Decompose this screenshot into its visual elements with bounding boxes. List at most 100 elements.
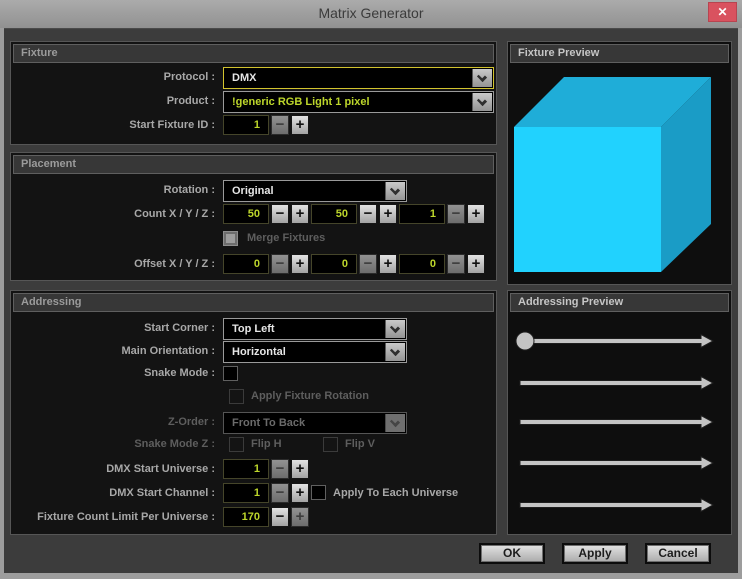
snake-mode-z-label: Snake Mode Z : [134,438,215,450]
count-z-minus-button: − [447,204,465,224]
product-dropdown-button[interactable] [472,93,492,111]
fixture-preview-cube [514,77,711,272]
count-xyz-label: Count X / Y / Z : [134,208,215,220]
rotation-label: Rotation : [163,184,215,196]
apply-button[interactable]: Apply [562,543,628,564]
window-title: Matrix Generator [318,5,424,21]
chevron-down-icon [389,345,401,357]
fixture-count-limit-plus-button: + [291,507,309,527]
title-bar: Matrix Generator ✕ [0,0,742,28]
snake-mode-checkbox[interactable] [223,366,238,381]
product-dropdown[interactable]: !generic RGB Light 1 pixel [223,91,494,113]
plus-icon: + [295,484,305,501]
protocol-dropdown-button[interactable] [472,69,492,87]
merge-fixtures-checkbox [223,231,238,246]
protocol-dropdown[interactable]: DMX [223,67,494,89]
chevron-down-icon [389,184,401,196]
fixture-count-limit-minus-button[interactable]: − [271,507,289,527]
count-y-field[interactable]: 50 [311,204,357,224]
offset-y-minus-button: − [359,254,377,274]
address-arrow [519,455,715,471]
dmx-start-universe-minus-button: − [271,459,289,479]
dmx-start-channel-label: DMX Start Channel : [109,487,215,499]
offset-x-field[interactable]: 0 [223,254,269,274]
plus-icon: + [471,255,481,272]
plus-icon: + [295,460,305,477]
flip-v-checkbox [323,437,338,452]
count-z-plus-button[interactable]: + [467,204,485,224]
minus-icon: − [275,460,285,477]
matrix-generator-dialog: Matrix Generator ✕ Fixture Protocol : DM… [0,0,742,579]
address-arrow [519,333,715,349]
fixture-count-limit-label: Fixture Count Limit Per Universe : [37,511,215,523]
count-x-minus-button[interactable]: − [271,204,289,224]
flip-h-label: Flip H [251,438,282,450]
start-fixture-id-field[interactable]: 1 [223,115,269,135]
offset-x-plus-button[interactable]: + [291,254,309,274]
offset-z-field[interactable]: 0 [399,254,445,274]
cube-front-face [514,127,661,272]
dmx-start-universe-label: DMX Start Universe : [106,463,215,475]
plus-icon: + [295,255,305,272]
snake-mode-label: Snake Mode : [144,367,215,379]
main-orientation-label: Main Orientation : [121,345,216,357]
start-fixture-id-plus-button[interactable]: + [291,115,309,135]
merge-fixtures-label: Merge Fixtures [247,232,326,244]
count-y-minus-button[interactable]: − [359,204,377,224]
minus-icon: − [275,484,285,501]
fixture-preview-panel: Fixture Preview [507,41,732,285]
start-corner-dropdown-button[interactable] [385,320,405,338]
fixture-count-limit-field[interactable]: 170 [223,507,269,527]
dmx-start-universe-field[interactable]: 1 [223,459,269,479]
z-order-value: Front To Back [232,417,306,429]
addressing-group-header: Addressing [13,293,494,312]
address-start-knob [515,331,535,351]
rotation-value: Original [232,185,274,197]
minus-icon: − [363,205,373,222]
start-corner-value: Top Left [232,323,275,335]
start-fixture-id-minus-button: − [271,115,289,135]
addressing-preview-panel: Addressing Preview [507,290,732,535]
address-arrow [519,497,715,513]
chevron-down-icon [476,71,488,83]
offset-y-field[interactable]: 0 [311,254,357,274]
z-order-label: Z-Order : [167,416,215,428]
plus-icon: + [383,205,393,222]
rotation-dropdown-button[interactable] [385,182,405,200]
close-button[interactable]: ✕ [708,2,737,22]
chevron-down-icon [476,95,488,107]
flip-h-checkbox [229,437,244,452]
fixture-group: Fixture Protocol : DMX Product : !generi… [10,41,497,145]
z-order-dropdown-button [385,414,405,432]
ok-button[interactable]: OK [479,543,545,564]
offset-x-minus-button: − [271,254,289,274]
apply-to-each-universe-checkbox[interactable] [311,485,326,500]
cancel-button[interactable]: Cancel [645,543,711,564]
minus-icon: − [275,255,285,272]
apply-fixture-rotation-label: Apply Fixture Rotation [251,390,369,402]
rotation-dropdown[interactable]: Original [223,180,407,202]
plus-icon: + [295,205,305,222]
count-x-plus-button[interactable]: + [291,204,309,224]
offset-y-plus-button[interactable]: + [379,254,397,274]
minus-icon: − [451,255,461,272]
addressing-preview-arrows [515,331,715,513]
plus-icon: + [471,205,481,222]
protocol-label: Protocol : [163,71,215,83]
count-z-field[interactable]: 1 [399,204,445,224]
flip-v-label: Flip V [345,438,375,450]
count-y-plus-button[interactable]: + [379,204,397,224]
placement-group: Placement Rotation : Original Count X / … [10,152,497,281]
main-orientation-dropdown-button[interactable] [385,343,405,361]
dmx-start-universe-plus-button[interactable]: + [291,459,309,479]
product-value: !generic RGB Light 1 pixel [232,96,370,108]
start-corner-dropdown[interactable]: Top Left [223,318,407,340]
dmx-start-channel-plus-button[interactable]: + [291,483,309,503]
minus-icon: − [451,205,461,222]
offset-z-plus-button[interactable]: + [467,254,485,274]
main-orientation-dropdown[interactable]: Horizontal [223,341,407,363]
count-x-field[interactable]: 50 [223,204,269,224]
dmx-start-channel-field[interactable]: 1 [223,483,269,503]
protocol-value: DMX [232,72,257,84]
plus-icon: + [295,116,305,133]
